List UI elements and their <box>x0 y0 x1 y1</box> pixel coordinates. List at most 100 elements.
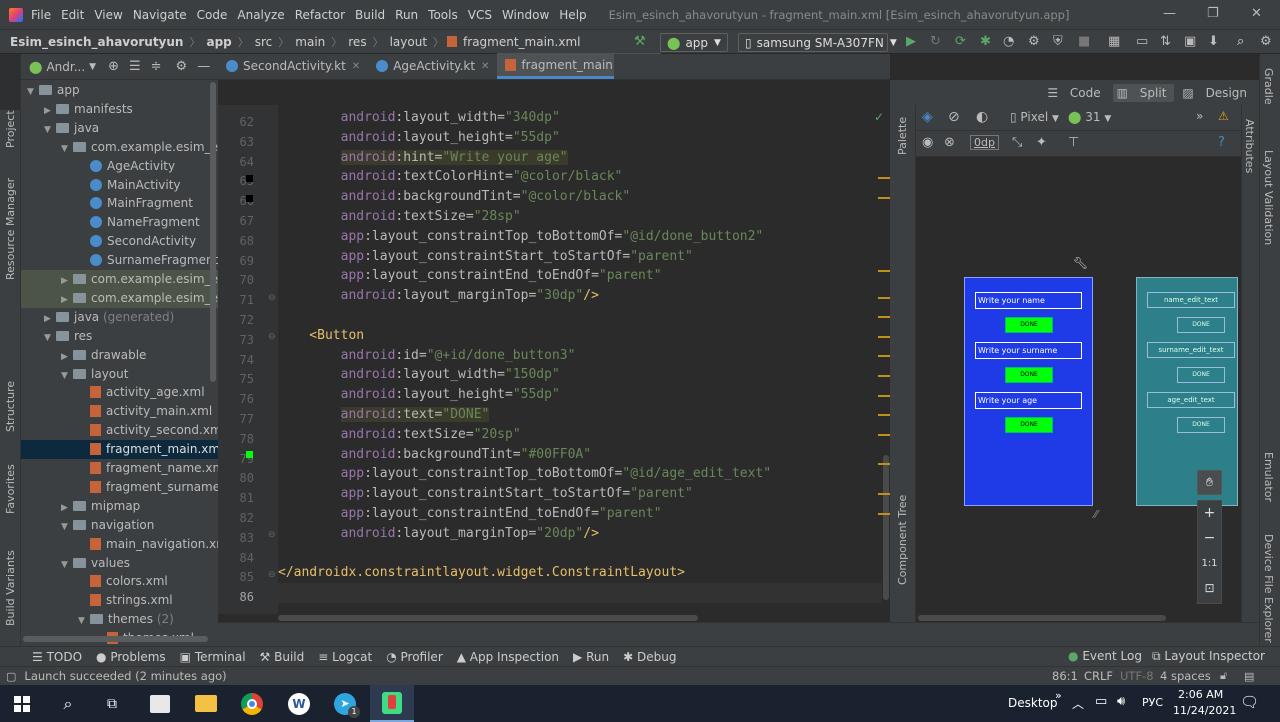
code-line[interactable]: android:textSize="20sp" <box>278 425 521 445</box>
blueprint-age-edit-text[interactable]: age_edit_text <box>1147 392 1235 408</box>
fold-marker-icon[interactable]: ⊖ <box>268 293 276 303</box>
view-options-eye-icon[interactable]: ◉ <box>922 135 933 150</box>
terminal-tool-tab[interactable]: ▣ Terminal <box>180 650 246 664</box>
todo-tool-tab[interactable]: ☰ TODO <box>32 650 82 664</box>
debug-icon[interactable]: ✱ <box>980 34 991 50</box>
menu-vcs[interactable]: VCS <box>468 8 492 22</box>
status-message[interactable]: Launch succeeded (2 minutes ago) <box>24 669 226 683</box>
tab-second-activity[interactable]: SecondActivity.kt ✕ <box>218 53 368 79</box>
menu-refactor[interactable]: Refactor <box>295 8 345 22</box>
network-icon[interactable]: ▭ <box>1095 694 1107 709</box>
zoom-actual-size-button[interactable]: 1:1 <box>1198 551 1221 576</box>
project-view-select[interactable]: Andr... <box>46 60 85 74</box>
debug-tool-tab[interactable]: ✱ Debug <box>623 650 676 664</box>
tree-horizontal-scrollbar[interactable] <box>23 636 208 642</box>
editor-vertical-scrollbar[interactable] <box>882 105 890 622</box>
tree-item[interactable]: SecondActivity <box>21 232 218 251</box>
search-icon[interactable]: ⌕ <box>46 685 90 722</box>
editor-horizontal-scrollbar[interactable] <box>218 614 890 622</box>
preview-age-edit-text[interactable]: Write your age <box>975 392 1082 409</box>
default-margin-select[interactable]: 0dp <box>970 135 999 150</box>
apply-changes-icon[interactable]: ⟳ <box>955 34 966 50</box>
code-line[interactable]: app:layout_constraintEnd_toEndOf="parent… <box>278 504 662 524</box>
tree-item[interactable]: fragment_surname.xml <box>21 478 218 497</box>
tree-item[interactable]: ▶ manifests <box>21 100 218 119</box>
indent-setting[interactable]: 4 spaces <box>1160 669 1211 683</box>
windows-start-icon[interactable] <box>0 685 44 722</box>
device-select[interactable]: ▯ samsung SM-A307FN ▼ <box>738 33 897 52</box>
close-tab-icon[interactable]: ✕ <box>481 61 489 72</box>
blueprint-done-button[interactable]: DONE <box>1177 417 1225 433</box>
warning-stripe-marker[interactable] <box>878 177 890 179</box>
hide-panel-icon[interactable]: — <box>197 59 210 74</box>
pan-hand-icon[interactable]: ✋︎ <box>1197 470 1222 495</box>
split-mode-button[interactable]: ▥ Split <box>1112 83 1175 102</box>
warning-icon[interactable]: ⚠ <box>1218 109 1229 123</box>
code-line[interactable]: android:layout_width="150dp" <box>278 365 560 385</box>
coverage-icon[interactable]: ⛨ <box>1053 34 1063 50</box>
gear-icon[interactable]: ⚙ <box>176 59 188 74</box>
build-variants-tool-tab[interactable]: Build Variants <box>4 550 17 626</box>
volume-icon[interactable]: 🔊︎ <box>1117 694 1125 709</box>
layout-inspector-tool-tab[interactable]: ⧉ Layout Inspector <box>1152 649 1265 664</box>
code-line[interactable]: android:layout_marginTop="20dp"/> <box>278 524 599 544</box>
code-line[interactable]: android:id="@+id/done_button3" <box>278 346 576 366</box>
toolbar-chevron-icon[interactable]: » <box>1055 689 1062 702</box>
tree-item[interactable]: ▼ layout <box>21 365 218 384</box>
run-tool-tab[interactable]: ▶ Run <box>573 650 609 664</box>
menu-tools[interactable]: Tools <box>428 8 458 22</box>
guidelines-icon[interactable]: ⊤ <box>1068 135 1079 150</box>
blueprint-done-button[interactable]: DONE <box>1177 317 1225 333</box>
tab-age-activity[interactable]: AgeActivity.kt ✕ <box>368 53 497 79</box>
palette-tab[interactable]: Palette <box>896 117 909 155</box>
expand-all-icon[interactable]: ☰ <box>129 59 141 74</box>
tree-item[interactable]: activity_second.xml <box>21 421 218 440</box>
code-line[interactable]: android:layout_height="55dp" <box>278 128 560 148</box>
code-line[interactable] <box>278 583 890 604</box>
favorites-tool-tab[interactable]: Favorites <box>4 464 17 514</box>
project-structure-icon[interactable]: ▦ <box>1108 34 1120 50</box>
warning-stripe-marker[interactable] <box>878 434 890 436</box>
lock-icon[interactable]: 🔓︎ <box>1220 669 1227 683</box>
tree-item[interactable]: ▶com.example.esim_esinch <box>21 270 218 289</box>
clear-constraints-icon[interactable]: ⤡ <box>1012 135 1022 150</box>
breadcrumb-res[interactable]: res <box>345 35 369 49</box>
blueprint-surname-edit-text[interactable]: surname_edit_text <box>1147 342 1235 358</box>
sdk-manager-icon[interactable]: ⬇ <box>1208 34 1219 50</box>
close-tab-icon[interactable]: ✕ <box>352 61 360 72</box>
resource-manager-tool-tab[interactable]: Resource Manager <box>4 178 17 280</box>
preview-done-button[interactable]: DONE <box>1005 417 1053 433</box>
menu-help[interactable]: Help <box>559 8 586 22</box>
tree-item[interactable]: ▼ app <box>21 81 218 100</box>
search-icon[interactable]: ⌕ <box>1237 34 1244 50</box>
menu-navigate[interactable]: Navigate <box>133 8 187 22</box>
tree-item[interactable]: activity_main.xml <box>21 402 218 421</box>
blueprint-name-edit-text[interactable]: name_edit_text <box>1147 292 1235 308</box>
tree-item[interactable]: ▼ navigation <box>21 516 218 535</box>
device-type-select[interactable]: ▯ Pixel ▼ <box>1010 110 1059 124</box>
menu-window[interactable]: Window <box>502 8 549 22</box>
problems-tool-tab[interactable]: ● Problems <box>96 650 166 664</box>
code-line[interactable]: app:layout_constraintStart_toStartOf="pa… <box>278 484 693 504</box>
zoom-out-button[interactable]: − <box>1198 526 1221 551</box>
run-icon[interactable]: ▶ <box>906 34 916 50</box>
warning-stripe-marker[interactable] <box>878 513 890 515</box>
resize-handle-icon[interactable]: ⁄⁄ <box>1094 508 1098 521</box>
android-studio-taskbar-icon[interactable] <box>370 685 414 722</box>
show-hidden-icons-icon[interactable]: ︿ <box>1072 695 1084 712</box>
build-tool-tab[interactable]: ⚒ Build <box>260 650 305 664</box>
warning-stripe-marker[interactable] <box>878 414 890 416</box>
code-line[interactable]: <Button <box>278 326 364 346</box>
layout-validation-tool-tab[interactable]: Layout Validation <box>1262 150 1275 245</box>
warning-stripe-marker[interactable] <box>878 270 890 272</box>
tree-item[interactable]: MainFragment <box>21 194 218 213</box>
emulator-tool-tab[interactable]: Emulator <box>1262 452 1275 502</box>
warning-stripe-marker[interactable] <box>878 375 890 377</box>
chevron-down-icon[interactable]: ▼ <box>89 62 96 72</box>
code-line[interactable]: android:backgroundTint="#00FF0A" <box>278 445 591 465</box>
chrome-icon[interactable] <box>230 685 274 722</box>
component-tree-tab[interactable]: Component Tree <box>896 495 909 585</box>
tree-item[interactable]: main_navigation.xml <box>21 535 218 554</box>
code-line[interactable]: android:layout_marginTop="30dp"/> <box>278 286 599 306</box>
tree-scrollbar[interactable] <box>210 82 216 382</box>
